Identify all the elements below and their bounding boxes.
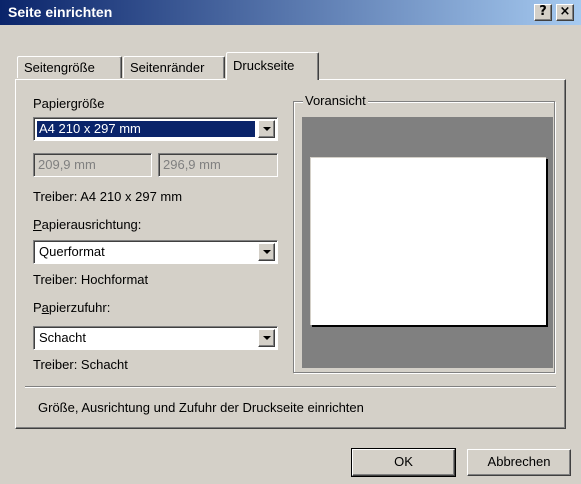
tab-druckseite[interactable]: Druckseite bbox=[226, 52, 319, 80]
paper-size-select[interactable]: A4 210 x 297 mm bbox=[33, 117, 278, 141]
help-button[interactable]: ? bbox=[534, 4, 552, 21]
tab-seitenraender[interactable]: Seitenränder bbox=[123, 56, 225, 78]
orientation-label-rest: apierausrichtung: bbox=[41, 217, 142, 232]
description-text: Größe, Ausrichtung und Zufuhr der Drucks… bbox=[38, 400, 364, 415]
chevron-down-icon[interactable] bbox=[258, 243, 275, 261]
orientation-label: Papierausrichtung: bbox=[33, 217, 141, 232]
tab-label: Druckseite bbox=[233, 58, 295, 73]
paper-height-input[interactable]: 296,9 mm bbox=[158, 153, 278, 177]
tab-seitengroesse[interactable]: Seitengröße bbox=[17, 56, 122, 78]
paper-source-driver-text: Treiber: Schacht bbox=[33, 357, 128, 372]
paper-size-driver-text: Treiber: A4 210 x 297 mm bbox=[33, 189, 183, 204]
paper-source-select[interactable]: Schacht bbox=[33, 326, 278, 350]
paper-size-label: Papiergröße bbox=[33, 96, 105, 111]
close-button[interactable]: × bbox=[556, 4, 574, 21]
ok-button[interactable]: OK bbox=[351, 448, 456, 477]
tab-label: Seitengröße bbox=[24, 60, 95, 75]
paper-size-value: A4 210 x 297 mm bbox=[36, 120, 256, 138]
window-title: Seite einrichten bbox=[8, 4, 113, 20]
orientation-select[interactable]: Querformat bbox=[33, 240, 278, 264]
preview-page bbox=[310, 157, 546, 325]
orientation-label-accesskey: P bbox=[33, 217, 42, 232]
tab-label: Seitenränder bbox=[130, 60, 205, 75]
chevron-down-icon[interactable] bbox=[258, 329, 275, 347]
paper-source-label-prefix: P bbox=[33, 300, 42, 315]
paper-width-input[interactable]: 209,9 mm bbox=[33, 153, 152, 177]
paper-source-value: Schacht bbox=[39, 330, 86, 345]
preview-label: Voransicht bbox=[303, 93, 368, 108]
cancel-button[interactable]: Abbrechen bbox=[467, 449, 571, 476]
chevron-down-icon[interactable] bbox=[258, 120, 275, 138]
paper-source-label: Papierzufuhr: bbox=[33, 300, 110, 315]
divider bbox=[25, 386, 556, 388]
title-bar[interactable]: Seite einrichten ? × bbox=[0, 0, 581, 26]
paper-source-label-rest: pierzufuhr: bbox=[48, 300, 111, 315]
orientation-value: Querformat bbox=[39, 244, 105, 259]
orientation-driver-text: Treiber: Hochformat bbox=[33, 272, 149, 287]
paper-source-label-accesskey: a bbox=[41, 300, 49, 315]
